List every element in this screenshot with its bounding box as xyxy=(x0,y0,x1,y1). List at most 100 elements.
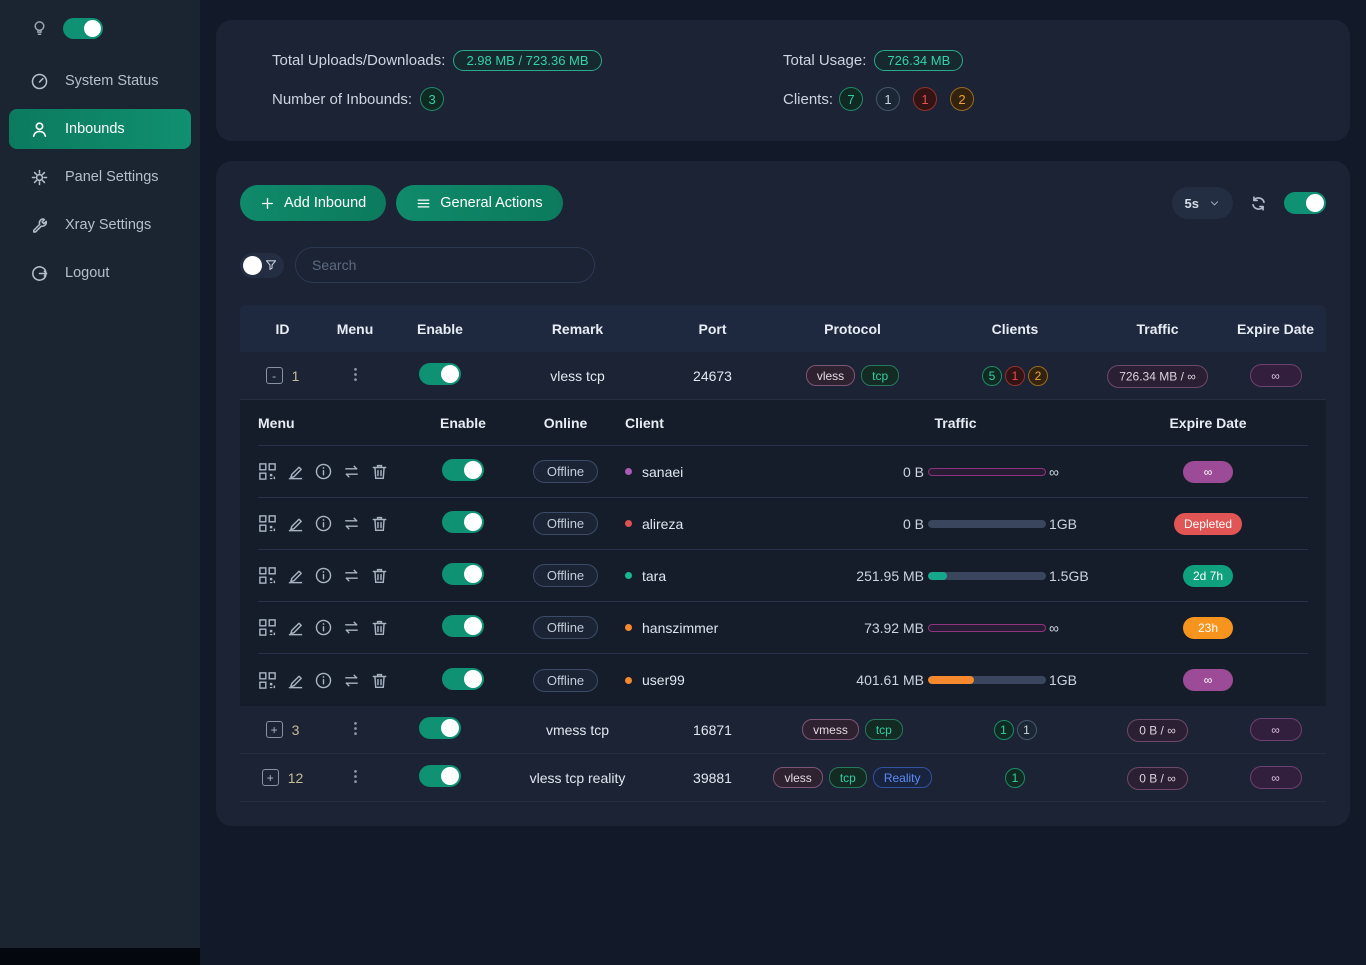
inbound-traffic-badge: 0 B / ∞ xyxy=(1127,767,1188,790)
client-row-user99: Offline user99 401.61 MB 1GB ∞ xyxy=(258,654,1308,706)
protocol-tag-vmess: vmess xyxy=(802,719,859,740)
client-enable-toggle[interactable] xyxy=(442,459,484,481)
info-icon[interactable] xyxy=(314,462,333,481)
client-enable-toggle[interactable] xyxy=(442,615,484,637)
client-count-active: 1 xyxy=(1005,768,1025,788)
refresh-button[interactable] xyxy=(1249,194,1268,213)
delete-icon[interactable] xyxy=(370,514,389,533)
client-enable-toggle[interactable] xyxy=(442,511,484,533)
sub-header-expire: Expire Date xyxy=(1108,415,1308,431)
info-icon[interactable] xyxy=(314,514,333,533)
qr-code-icon[interactable] xyxy=(258,514,277,533)
reset-traffic-icon[interactable] xyxy=(342,462,361,481)
sidebar-footer-strip xyxy=(0,948,200,965)
theme-bulb-icon xyxy=(30,19,49,38)
logout-icon xyxy=(30,264,49,283)
client-color-dot xyxy=(625,468,632,475)
header-enable: Enable xyxy=(385,321,495,337)
filter-toggle-knob xyxy=(243,256,262,275)
expand-row-button[interactable]: + xyxy=(266,721,283,738)
inbound-enable-toggle[interactable] xyxy=(419,765,461,787)
traffic-progress-bar xyxy=(928,624,1046,632)
clients-label: Clients: xyxy=(783,91,833,108)
inbound-enable-toggle[interactable] xyxy=(419,363,461,385)
edit-icon[interactable] xyxy=(286,671,305,690)
header-expire: Expire Date xyxy=(1225,321,1326,337)
inbound-enable-toggle[interactable] xyxy=(419,717,461,739)
reset-traffic-icon[interactable] xyxy=(342,671,361,690)
client-row-alireza: Offline alireza 0 B 1GB Depleted xyxy=(258,498,1308,550)
client-limit: 1GB xyxy=(1046,516,1108,532)
info-icon[interactable] xyxy=(314,566,333,585)
client-expire-badge: 2d 7h xyxy=(1183,565,1233,587)
auto-refresh-toggle[interactable] xyxy=(1284,192,1326,214)
dark-mode-toggle[interactable] xyxy=(63,18,103,39)
client-count-active: 5 xyxy=(982,366,1002,386)
inbound-row-3: + 3 vmess tcp 16871 vmess tcp 1 1 0 B / … xyxy=(240,706,1326,754)
sidebar: System Status Inbounds Panel Settings Xr… xyxy=(0,0,200,948)
reset-traffic-icon[interactable] xyxy=(342,514,361,533)
inbound-id: 3 xyxy=(292,722,300,738)
online-status-badge: Offline xyxy=(533,669,598,692)
delete-icon[interactable] xyxy=(370,671,389,690)
search-input[interactable] xyxy=(295,247,595,283)
inbound-port: 16871 xyxy=(660,722,765,738)
inbounds-panel: Add Inbound General Actions 5s xyxy=(216,161,1350,826)
client-limit: 1GB xyxy=(1046,672,1108,688)
collapse-row-button[interactable]: - xyxy=(266,367,283,384)
delete-icon[interactable] xyxy=(370,462,389,481)
client-color-dot xyxy=(625,572,632,579)
edit-icon[interactable] xyxy=(286,566,305,585)
traffic-progress-bar xyxy=(928,520,1046,528)
inbound-port: 24673 xyxy=(660,368,765,384)
inbound-traffic-badge: 0 B / ∞ xyxy=(1127,719,1188,742)
row-menu-button[interactable] xyxy=(347,768,364,785)
info-icon[interactable] xyxy=(314,618,333,637)
sub-header-traffic: Traffic xyxy=(803,415,1108,431)
qr-code-icon[interactable] xyxy=(258,566,277,585)
uploads-downloads-label: Total Uploads/Downloads: xyxy=(272,52,445,69)
sidebar-item-xray-settings[interactable]: Xray Settings xyxy=(0,205,200,245)
sidebar-item-panel-settings[interactable]: Panel Settings xyxy=(0,157,200,197)
inbounds-count-badge: 3 xyxy=(420,87,444,111)
edit-icon[interactable] xyxy=(286,462,305,481)
client-enable-toggle[interactable] xyxy=(442,668,484,690)
filter-toggle[interactable] xyxy=(240,253,284,278)
sidebar-item-logout[interactable]: Logout xyxy=(0,253,200,293)
add-inbound-button[interactable]: Add Inbound xyxy=(240,185,386,221)
user-icon xyxy=(30,120,49,139)
qr-code-icon[interactable] xyxy=(258,462,277,481)
refresh-interval-select[interactable]: 5s xyxy=(1172,187,1233,219)
online-status-badge: Offline xyxy=(533,616,598,639)
qr-code-icon[interactable] xyxy=(258,671,277,690)
sidebar-item-system-status[interactable]: System Status xyxy=(0,61,200,101)
reset-traffic-icon[interactable] xyxy=(342,566,361,585)
client-expire-badge: ∞ xyxy=(1183,669,1233,691)
client-color-dot xyxy=(625,624,632,631)
inbound-id: 12 xyxy=(288,770,304,786)
uploads-downloads-value: 2.98 MB / 723.36 MB xyxy=(453,50,601,71)
sidebar-item-inbounds[interactable]: Inbounds xyxy=(9,109,191,149)
delete-icon[interactable] xyxy=(370,618,389,637)
protocol-tag-tcp: tcp xyxy=(861,365,899,386)
qr-code-icon[interactable] xyxy=(258,618,277,637)
online-status-badge: Offline xyxy=(533,512,598,535)
reset-traffic-icon[interactable] xyxy=(342,618,361,637)
sidebar-item-label: Inbounds xyxy=(65,121,125,137)
edit-icon[interactable] xyxy=(286,514,305,533)
client-enable-toggle[interactable] xyxy=(442,563,484,585)
edit-icon[interactable] xyxy=(286,618,305,637)
row-menu-button[interactable] xyxy=(347,720,364,737)
general-actions-button[interactable]: General Actions xyxy=(396,185,562,221)
client-name: tara xyxy=(642,568,666,584)
inbound-id: 1 xyxy=(292,368,300,384)
protocol-tag-tcp: tcp xyxy=(865,719,903,740)
online-status-badge: Offline xyxy=(533,460,598,483)
inbound-remark: vmess tcp xyxy=(495,722,660,738)
delete-icon[interactable] xyxy=(370,566,389,585)
client-row-tara: Offline tara 251.95 MB 1.5GB 2d 7h xyxy=(258,550,1308,602)
kebab-icon xyxy=(347,366,364,383)
info-icon[interactable] xyxy=(314,671,333,690)
row-menu-button[interactable] xyxy=(347,366,364,383)
expand-row-button[interactable]: + xyxy=(262,769,279,786)
